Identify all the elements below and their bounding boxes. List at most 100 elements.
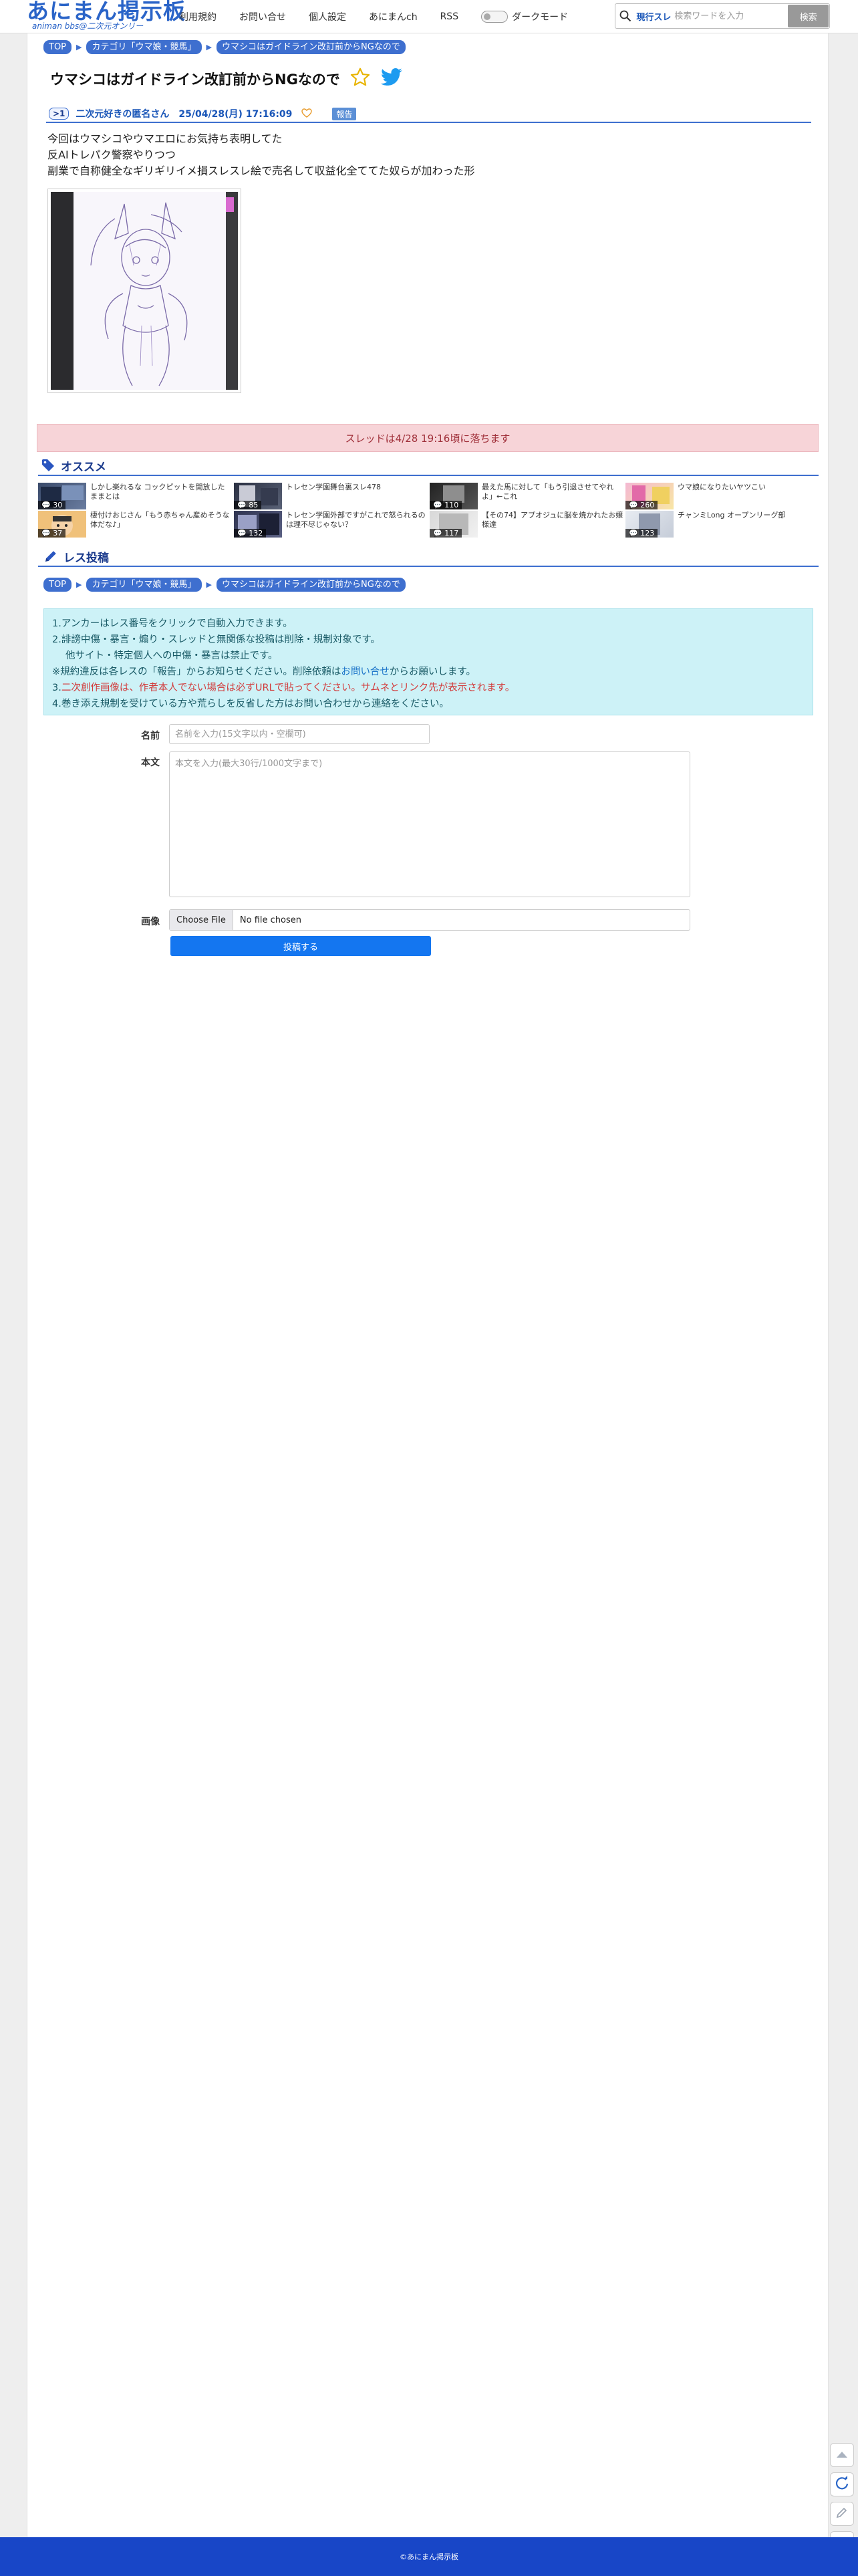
rule-line: 3.二次創作画像は、作者本人でない場合は必ずURLで貼ってください。サムネとリン… [52,680,805,696]
nav-terms[interactable]: 利用規約 [179,10,217,23]
recommend-title: しかし楽れるな コックピットを開放したままとは [90,483,225,501]
recommend-title: トレセン学園外部ですがこれで怒られるのは理不尽じゃない？ [286,511,426,529]
contact-link[interactable]: お問い合せ [341,667,390,677]
recommend-title: 【その74】アプオジュに脳を焼かれたお嬢様達 [482,511,623,529]
body-textarea[interactable] [169,751,690,897]
rule-line: ※規約違反は各レスの「報告」からお知らせください。削除依頼はお問い合せからお願い… [52,664,805,680]
post-body: 今回はウマシコやウマエロにお気持ち表明してた 反AIトレパク警察やりつつ 副業で… [47,131,475,179]
reply-count: 💬 85 [234,501,262,509]
recommend-item[interactable]: 💬 85 トレセン学園舞台裏スレ478 [234,483,429,509]
reply-count: 💬 123 [625,529,658,538]
thumbnail-image: 💬 85 [234,483,282,509]
reply-count: 💬 260 [625,501,658,509]
post-image-sketch[interactable] [47,189,241,393]
arrow-up-icon [835,2449,849,2462]
image-file-input[interactable]: Choose File No file chosen [169,909,690,931]
nav-animanch[interactable]: あにまんch [369,10,418,23]
chevron-right-icon: ▶ [206,580,212,589]
body-label: 本文 [141,757,160,768]
recommend-item[interactable]: 💬 30 しかし楽れるな コックピットを開放したままとは [38,483,233,509]
thumbnail-image: 💬 110 [430,483,478,509]
recommend-title: トレセン学園舞台裏スレ478 [286,483,381,491]
poster-name: 二次元好きの匿名さん [76,109,170,120]
thumbnail-image: 💬 132 [234,511,282,538]
recommend-item[interactable]: 💬 37 棲付けおじさん「もう赤ちゃん産めそうな体だな♪」 [38,511,233,538]
recommend-item[interactable]: 💬 123 チャンミLong オープンリーグ部 [625,511,821,538]
heart-icon[interactable] [301,108,313,120]
recommend-item[interactable]: 💬 117 【その74】アプオジュに脳を焼かれたお嬢様達 [430,511,625,538]
scroll-top-button[interactable] [830,2443,854,2467]
recommend-title: 最えた馬に対して「もう引退させてやれよ」←これ [482,483,614,501]
nav-settings[interactable]: 個人設定 [309,10,346,23]
reply-count-value: 117 [444,529,459,538]
thread-fall-notice: スレッドは4/28 19:16頃に落ちます [37,424,819,452]
twitter-icon[interactable] [380,68,403,90]
reply-count-value: 123 [640,529,655,538]
post-line: 副業で自称健全なギリギリイメ損スレスレ絵で売名して収益化全ててた奴らが加わった形 [47,164,475,177]
logo-title: あにまん掲示板 [27,0,186,24]
breadcrumb-top[interactable]: TOP [43,40,72,54]
tag-icon [41,458,55,473]
post-line: 反AIトレパク警察やりつつ [47,148,176,161]
thumbnail-image: 💬 37 [38,511,86,538]
thumbnail-image: 💬 260 [625,483,674,509]
breadcrumb-category[interactable]: カテゴリ「ウマ娘・競馬」 [86,40,202,54]
reload-button[interactable] [830,2472,854,2496]
recommend-title: チャンミLong オープンリーグ部 [678,511,786,519]
site-header: あにまん掲示板 animan bbs@二次元オンリー 利用規約 お問い合せ 個人… [0,0,858,33]
search-button[interactable]: 検索 [788,5,829,27]
recommend-item[interactable]: 💬 260 ウマ娘になりたいヤツこい [625,483,821,509]
thumbnail-image: 💬 117 [430,511,478,538]
dark-mode-label: ダークモード [512,12,569,23]
rule-line: 2.誹謗中傷・暴言・煽り・スレッドと無関係な投稿は削除・規制対象です。 [52,634,380,645]
report-button[interactable]: 報告 [332,107,357,120]
choose-file-button[interactable]: Choose File [170,910,233,930]
recommend-header: オススメ [38,456,819,476]
reply-count-value: 260 [640,501,655,509]
res-number[interactable]: >1 [49,108,69,120]
reply-count-value: 110 [444,501,459,509]
reply-count-value: 132 [249,529,263,538]
nav-contact[interactable]: お問い合せ [239,10,286,23]
thread-title: ウマシコはガイドライン改訂前からNGなので [50,72,340,88]
recommend-title: 棲付けおじさん「もう赤ちゃん産めそうな体だな♪」 [90,511,230,529]
toggle-switch[interactable] [481,11,509,23]
recommend-item[interactable]: 💬 132 トレセン学園外部ですがこれで怒られるのは理不尽じゃない？ [234,511,429,538]
rule-line: 4.巻き添え規制を受けている方や荒らしを反省した方はお問い合わせから連絡をくださ… [52,699,449,709]
copyright: ©あにまん掲示板 [400,2553,458,2561]
star-icon[interactable] [349,67,371,91]
reply-count: 💬 117 [430,529,462,538]
pencil-icon [43,549,58,564]
search-box: 現行スレ 検索 [615,3,830,29]
chevron-right-icon: ▶ [76,43,82,51]
breadcrumb-thread[interactable]: ウマシコはガイドライン改訂前からNGなので [216,40,406,54]
recommend-item[interactable]: 💬 110 最えた馬に対して「もう引退させてやれよ」←これ [430,483,625,509]
rule-line: 1.アンカーはレス番号をクリックで自動入力できます。 [52,618,293,629]
breadcrumb-category[interactable]: カテゴリ「ウマ娘・競馬」 [86,578,202,592]
submit-button[interactable]: 投稿する [170,936,431,956]
main-nav: 利用規約 お問い合せ 個人設定 あにまんch RSS ダークモード [179,0,568,33]
nav-rss[interactable]: RSS [440,11,459,22]
breadcrumb: TOP ▶ カテゴリ「ウマ娘・競馬」 ▶ ウマシコはガイドライン改訂前からNGな… [43,40,406,54]
breadcrumb-thread[interactable]: ウマシコはガイドライン改訂前からNGなので [216,578,406,592]
thumbnail-image: 💬 30 [38,483,86,509]
dark-mode-toggle[interactable]: ダークモード [481,10,568,23]
breadcrumb-top[interactable]: TOP [43,578,72,592]
image-label: 画像 [141,917,160,927]
reply-count: 💬 110 [430,501,462,509]
site-footer: ©あにまん掲示板 [0,2537,858,2576]
search-scope[interactable]: 現行スレ [635,10,674,23]
name-input[interactable] [169,724,430,744]
search-input[interactable] [674,6,789,26]
post-line: 今回はウマシコやウマエロにお気持ち表明してた [47,132,283,145]
site-logo[interactable]: あにまん掲示板 animan bbs@二次元オンリー [27,0,186,31]
reply-title: レス投稿 [63,551,109,565]
rule-line: 他サイト・特定個人への中傷・暴言は禁止です。 [65,651,278,661]
reply-count: 💬 132 [234,529,267,538]
file-status: No file chosen [239,915,301,925]
reply-count-value: 37 [53,529,63,538]
rule-text: 3. [52,683,61,693]
reply-count-value: 85 [249,501,259,509]
recommend-title: オススメ [61,460,106,474]
write-button[interactable] [830,2502,854,2526]
